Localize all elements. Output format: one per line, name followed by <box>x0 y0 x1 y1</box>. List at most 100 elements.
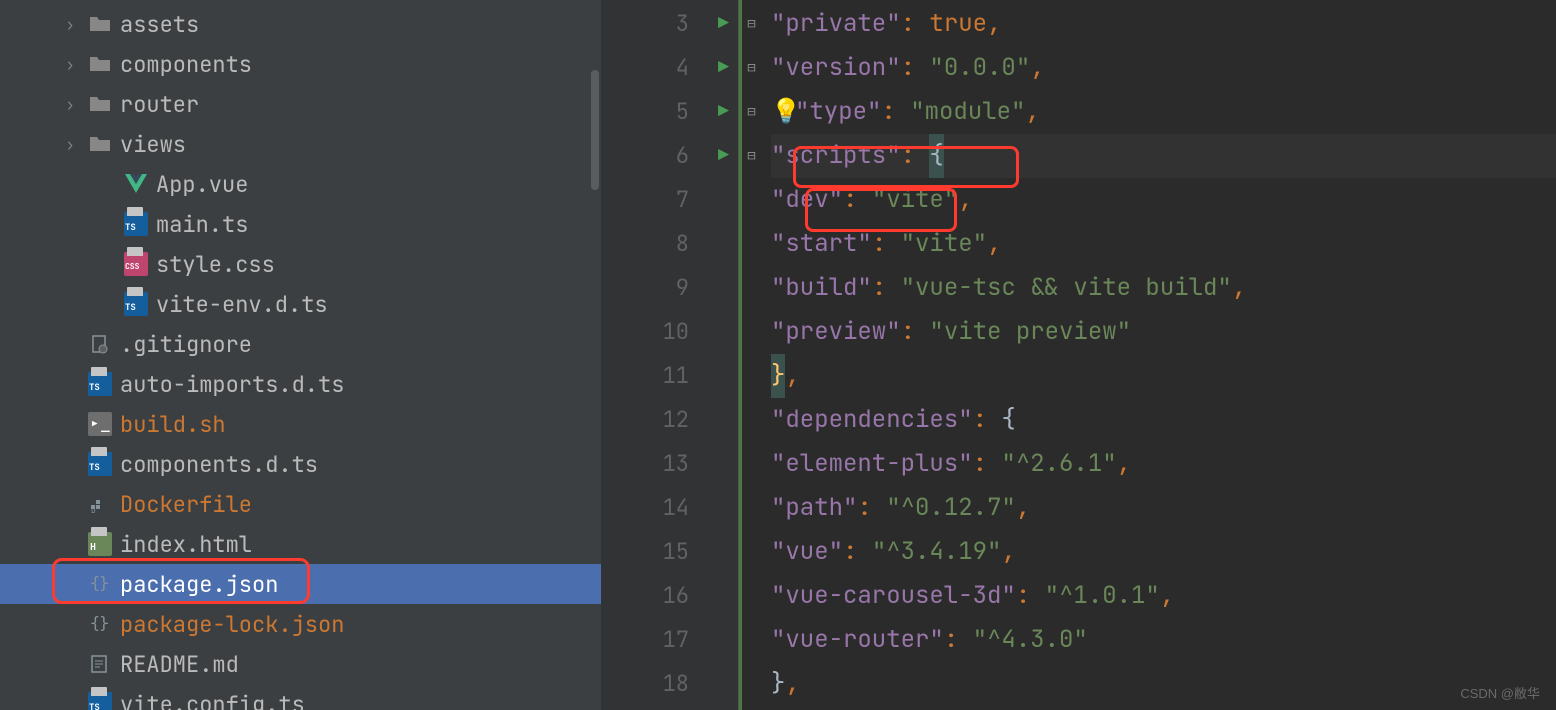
css-icon <box>124 252 148 276</box>
svg-text:D: D <box>91 506 96 513</box>
code-area[interactable]: "private": true, "version": "0.0.0",💡 "t… <box>761 0 1556 710</box>
line-number: 8 <box>601 222 689 266</box>
code-line[interactable]: }, <box>771 354 1556 398</box>
scrollbar-thumb[interactable] <box>591 70 599 190</box>
tree-item-label: auto-imports.d.ts <box>120 370 344 399</box>
line-number: 15 <box>601 530 689 574</box>
file-icon <box>88 332 112 356</box>
tree-item-style-css[interactable]: style.css <box>0 244 601 284</box>
code-line[interactable]: "private": true, <box>771 2 1556 46</box>
tree-item-router[interactable]: › router <box>0 84 601 124</box>
tree-item-label: components.d.ts <box>120 450 318 479</box>
ts-icon <box>124 212 148 236</box>
tree-item-auto-imports-d-ts[interactable]: auto-imports.d.ts <box>0 364 601 404</box>
ts-icon <box>88 692 112 710</box>
tree-item-label: components <box>120 50 252 79</box>
fold-marker[interactable]: ⊟ <box>742 90 761 134</box>
line-number: 13 <box>601 442 689 486</box>
dockerfile-icon: D <box>88 492 112 516</box>
run-marker[interactable]: ▶ <box>709 90 738 134</box>
folder-icon <box>88 92 112 116</box>
code-line[interactable]: "dependencies": { <box>771 398 1556 442</box>
chevron-right-icon: › <box>60 134 80 155</box>
code-line[interactable]: "dev": "vite", <box>771 178 1556 222</box>
code-editor[interactable]: 3456789101112131415161718 ▶▶▶▶ ⊟⊟⊟⊟ "pri… <box>601 0 1556 710</box>
tree-item-README-md[interactable]: README.md <box>0 644 601 684</box>
line-number: 12 <box>601 398 689 442</box>
tree-item-assets[interactable]: ›assets <box>0 4 601 44</box>
tree-item-label: index.html <box>120 530 252 559</box>
tree-item-package-json[interactable]: {}package.json <box>0 564 601 604</box>
code-line[interactable]: }, <box>771 662 1556 706</box>
code-line[interactable]: "version": "0.0.0", <box>771 46 1556 90</box>
tree-item-label: vite-env.d.ts <box>156 290 328 319</box>
tree-item-label: views <box>120 130 186 159</box>
tree-item-Dockerfile[interactable]: DDockerfile <box>0 484 601 524</box>
tree-item-label: vite.config.ts <box>120 690 305 710</box>
tree-item-label: router <box>120 90 199 119</box>
sh-icon: ▸_ <box>88 412 112 436</box>
tree-item-index-html[interactable]: index.html <box>0 524 601 564</box>
tree-item-vite-config-ts[interactable]: vite.config.ts <box>0 684 601 710</box>
svg-text:{}: {} <box>90 574 109 594</box>
tree-item-App-vue[interactable]: App.vue <box>0 164 601 204</box>
code-line[interactable]: "start": "vite", <box>771 222 1556 266</box>
run-gutter[interactable]: ▶▶▶▶ <box>709 0 739 710</box>
ts-icon <box>124 292 148 316</box>
tree-item-views[interactable]: › views <box>0 124 601 164</box>
run-marker[interactable]: ▶ <box>709 46 738 90</box>
watermark: CSDN @敝华 <box>1460 683 1540 702</box>
line-number: 10 <box>601 310 689 354</box>
code-line[interactable]: "element-plus": "^2.6.1", <box>771 442 1556 486</box>
line-number: 17 <box>601 618 689 662</box>
code-line[interactable]: "preview": "vite preview" <box>771 310 1556 354</box>
code-line[interactable]: "vue-router": "^4.3.0" <box>771 618 1556 662</box>
vue-icon <box>124 172 148 196</box>
chevron-right-icon: › <box>60 14 80 35</box>
line-number: 7 <box>601 178 689 222</box>
tree-item-label: build.sh <box>120 410 226 439</box>
tree-item-components[interactable]: › components <box>0 44 601 84</box>
folder-icon <box>88 52 112 76</box>
tree-item-label: main.ts <box>156 210 248 239</box>
code-line[interactable]: "path": "^0.12.7", <box>771 486 1556 530</box>
html-icon <box>88 532 112 556</box>
chevron-right-icon: › <box>60 94 80 115</box>
line-number: 18 <box>601 662 689 706</box>
code-line[interactable]: 💡 "type": "module", <box>771 90 1556 134</box>
run-marker[interactable]: ▶ <box>709 2 738 46</box>
code-line[interactable]: "vue-carousel-3d": "^1.0.1", <box>771 574 1556 618</box>
line-number-gutter: 3456789101112131415161718 <box>601 0 709 710</box>
tree-item-label: style.css <box>156 250 275 279</box>
line-number: 4 <box>601 46 689 90</box>
tree-item--gitignore[interactable]: .gitignore <box>0 324 601 364</box>
tree-item-build-sh[interactable]: ▸_ build.sh <box>0 404 601 444</box>
tree-item-package-lock-json[interactable]: {} package-lock.json <box>0 604 601 644</box>
fold-marker[interactable]: ⊟ <box>742 134 761 178</box>
svg-text:{}: {} <box>90 614 109 634</box>
line-number: 5 <box>601 90 689 134</box>
tree-item-components-d-ts[interactable]: components.d.ts <box>0 444 601 484</box>
code-line[interactable]: "vue": "^3.4.19", <box>771 530 1556 574</box>
json-icon: {} <box>88 572 112 596</box>
folder-icon <box>88 12 112 36</box>
json-icon: {} <box>88 612 112 636</box>
fold-gutter[interactable]: ⊟⊟⊟⊟ <box>739 0 761 710</box>
folder-icon <box>88 132 112 156</box>
ts-icon <box>88 452 112 476</box>
tree-item-main-ts[interactable]: main.ts <box>0 204 601 244</box>
code-line[interactable]: "scripts": { <box>771 134 1556 178</box>
line-number: 9 <box>601 266 689 310</box>
tree-item-vite-env-d-ts[interactable]: vite-env.d.ts <box>0 284 601 324</box>
run-marker[interactable]: ▶ <box>709 134 738 178</box>
intention-bulb-icon[interactable]: 💡 <box>771 90 791 134</box>
fold-marker[interactable]: ⊟ <box>742 2 761 46</box>
code-line[interactable]: "build": "vue-tsc && vite build", <box>771 266 1556 310</box>
fold-marker[interactable]: ⊟ <box>742 46 761 90</box>
file-explorer[interactable]: ›assets›components›router›viewsApp.vuema… <box>0 0 601 710</box>
tree-item-label: package-lock.json <box>120 610 344 639</box>
tree-item-label: README.md <box>120 650 239 679</box>
md-icon <box>88 652 112 676</box>
line-number: 11 <box>601 354 689 398</box>
chevron-right-icon: › <box>60 54 80 75</box>
